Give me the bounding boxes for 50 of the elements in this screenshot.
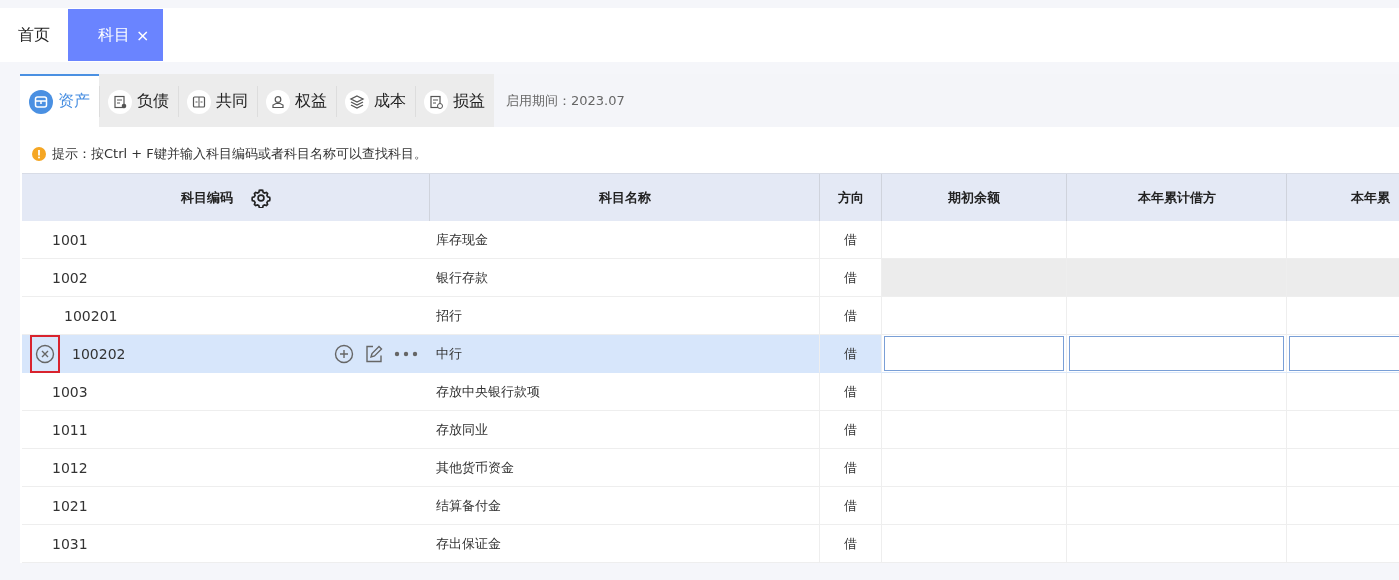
table-cell: 1001 (52, 231, 88, 248)
table-row[interactable]: 100201 招行 借 (22, 297, 1399, 335)
category-tab[interactable]: 损益 (415, 74, 494, 127)
more-icon[interactable] (394, 350, 418, 358)
category-tab[interactable]: 成本 (336, 74, 415, 127)
column-header: 科目名称 (430, 174, 820, 221)
column-header: 本年累 (1350, 188, 1391, 207)
delete-icon[interactable] (35, 343, 55, 364)
edit-icon[interactable] (364, 344, 384, 364)
page-tab[interactable]: 首页 (0, 9, 68, 62)
person-icon (266, 89, 290, 114)
add-icon[interactable] (334, 344, 354, 364)
category-tab[interactable]: 共同 (178, 74, 257, 127)
table-cell: 存放中央银行款项 (430, 373, 820, 411)
box-icon (29, 89, 53, 114)
table-cell: 存放同业 (430, 411, 820, 449)
column-header: 方向 (820, 174, 882, 221)
table-cell: 其他货币资金 (430, 449, 820, 487)
table-cell: 1002 (52, 269, 88, 286)
table-row[interactable]: 1011 存放同业 借 (22, 411, 1399, 449)
table-row[interactable]: 1021 结算备付金 借 (22, 487, 1399, 525)
layers-icon (345, 89, 369, 114)
table-row[interactable]: 1012 其他货币资金 借 (22, 449, 1399, 487)
column-header: 科目编码 (22, 174, 430, 221)
table-row[interactable]: 1003 存放中央银行款项 借 (22, 373, 1399, 411)
table-cell: 1012 (52, 459, 88, 476)
table-row[interactable]: 1031 存出保证金 借 (22, 525, 1399, 563)
table-row[interactable]: 1001 库存现金 借 (22, 221, 1399, 259)
start-period-text: 启用期间：2023.07 (506, 91, 625, 110)
table-cell: 100201 (64, 307, 118, 324)
table-row[interactable]: 100202 中行 借 (22, 335, 1399, 373)
warning-icon (32, 147, 46, 161)
table-cell: 银行存款 (430, 259, 820, 297)
table-cell: 1021 (52, 497, 88, 514)
table-cell: 1003 (52, 383, 88, 400)
split-icon (187, 89, 211, 114)
category-tab[interactable]: 负债 (99, 74, 178, 127)
hint-text: 提示：按Ctrl + F键并输入科目编码或者科目名称可以查找科目。 (52, 145, 427, 163)
receipt-icon (424, 89, 448, 114)
table-cell: 100202 (72, 345, 126, 362)
table-cell: 库存现金 (430, 221, 820, 259)
table-cell: 1031 (52, 535, 88, 552)
table-row[interactable]: 1002 银行存款 借 (22, 259, 1399, 297)
table-cell: 1011 (52, 421, 88, 438)
table-cell: 结算备付金 (430, 487, 820, 525)
table-cell: 存出保证金 (430, 525, 820, 563)
table-cell: 中行 (430, 335, 820, 373)
settings-icon[interactable] (250, 187, 271, 208)
document-icon (108, 89, 132, 114)
category-tab[interactable]: 权益 (257, 74, 336, 127)
